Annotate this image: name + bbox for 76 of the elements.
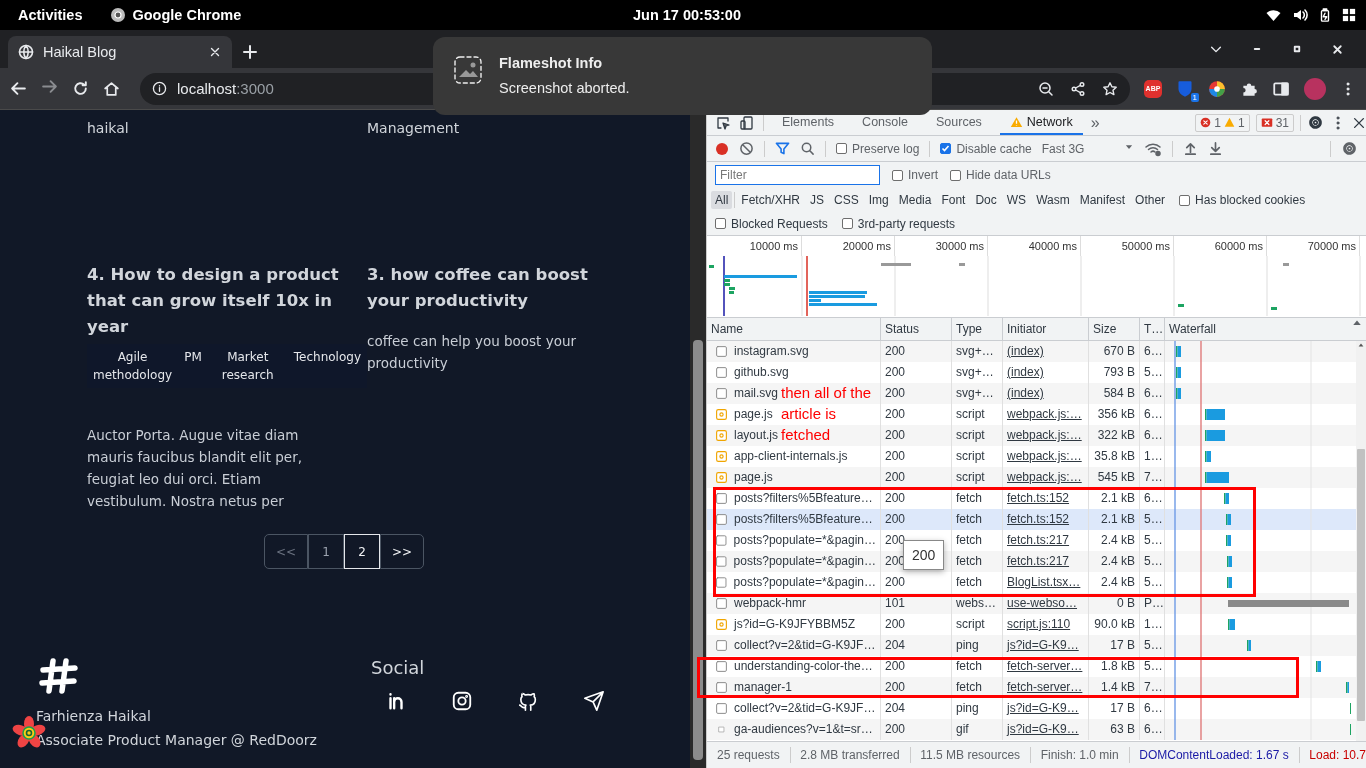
status-cell: 200	[881, 383, 952, 404]
status-text: 2.8 MB transferred	[800, 748, 900, 762]
time-cell: 5…	[1140, 509, 1165, 530]
status-cell: 204	[881, 635, 952, 656]
type-cell: ping	[952, 635, 1003, 656]
count-text: 31	[1275, 115, 1289, 130]
tab-title: Haikal Blog	[43, 44, 118, 60]
article-excerpt: Auctor Porta. Augue vitae diam mauris faucibus blandit elit per, feugiat leo dui orci. Etiam vestibulum. Nostra netus per	[87, 426, 303, 511]
type-cell: script	[952, 425, 1003, 446]
type-cell: svg+…	[952, 341, 1003, 362]
extension-badge: 1	[1190, 92, 1199, 102]
time-cell: 6…	[1140, 341, 1165, 362]
card-text: Management	[367, 120, 461, 136]
checkbox-label: Invert	[908, 168, 938, 182]
card-text: haikal	[87, 120, 130, 136]
timeline-tick-label: 10000 ms	[709, 236, 802, 256]
status-cell: 200	[881, 425, 952, 446]
checkbox-label: Hide data URLs	[966, 168, 1051, 182]
notification-message: Screenshot aborted.	[499, 80, 630, 96]
status-cell: 200	[881, 467, 952, 488]
size-cell: 670 B	[1089, 341, 1140, 362]
size-cell: 17 B	[1089, 635, 1140, 656]
checkbox-label: Has blocked cookies	[1195, 193, 1306, 207]
time-cell: 6…	[1140, 425, 1165, 446]
type-cell: svg+…	[952, 383, 1003, 404]
time-cell: 7…	[1140, 467, 1165, 488]
author-name: Farhienza Haikal	[36, 707, 152, 726]
article-excerpt: coffee can help you boost your productivity	[367, 332, 578, 373]
type-cell: fetch	[952, 551, 1003, 572]
status-text: 11.5 MB resources	[920, 748, 1021, 762]
notification-title: Flameshot Info	[499, 55, 604, 71]
type-cell: script	[952, 467, 1003, 488]
count-text: 1	[1214, 115, 1221, 130]
checkbox-label: 3rd-party requests	[857, 216, 956, 231]
status-cell: 200	[881, 509, 952, 530]
url-text: localhost:3000	[177, 80, 274, 97]
time-cell: 5…	[1140, 635, 1165, 656]
status-text: Load: 10.7	[1309, 748, 1366, 762]
tooltip: 200	[903, 540, 945, 570]
status-text: 25 requests	[717, 748, 780, 762]
timeline-tick-label: 50000 ms	[1081, 236, 1174, 256]
annotation-text: then all of the article is fetched	[781, 383, 873, 445]
checkbox-label: Preserve log	[852, 141, 920, 156]
size-cell: 1.4 kB	[1089, 677, 1140, 698]
status-cell: 200	[881, 677, 952, 698]
checkbox-label: Disable cache	[956, 141, 1032, 156]
type-cell: webs…	[952, 593, 1003, 614]
timeline-tick-label: 30000 ms	[895, 236, 988, 256]
app-name: Google Chrome	[132, 7, 242, 23]
status-cell: 200	[881, 341, 952, 362]
size-cell: 63 B	[1089, 719, 1140, 740]
timeline-tick-label: 20000 ms	[802, 236, 895, 256]
status-text: DOMContentLoaded: 1.67 s	[1139, 748, 1289, 762]
size-cell: 545 kB	[1089, 467, 1140, 488]
size-cell: 584 B	[1089, 383, 1140, 404]
time-cell: P…	[1140, 593, 1165, 614]
timeline-tick-label: 70000 ms	[1267, 236, 1360, 256]
type-cell: gif	[952, 719, 1003, 740]
timeline-tick-label: 60000 ms	[1174, 236, 1267, 256]
count-text: 1	[1237, 115, 1245, 130]
timeline-tick-label: 40000 ms	[988, 236, 1081, 256]
time-cell: 7…	[1140, 677, 1165, 698]
time-cell: 5…	[1140, 551, 1165, 572]
size-cell: 322 kB	[1089, 425, 1140, 446]
size-cell: 0 B	[1089, 593, 1140, 614]
time-cell: 6…	[1140, 719, 1165, 740]
social-heading: Social	[371, 657, 426, 678]
type-cell: fetch	[952, 509, 1003, 530]
size-cell: 2.1 kB	[1089, 509, 1140, 530]
checkbox-label: Blocked Requests	[731, 216, 828, 231]
size-cell: 2.4 kB	[1089, 551, 1140, 572]
time-cell: 6…	[1140, 383, 1165, 404]
status-cell: 101	[881, 593, 952, 614]
status-cell: 200	[881, 719, 952, 740]
type-cell: fetch	[952, 677, 1003, 698]
status-text: Finish: 1.0 min	[1040, 748, 1119, 762]
